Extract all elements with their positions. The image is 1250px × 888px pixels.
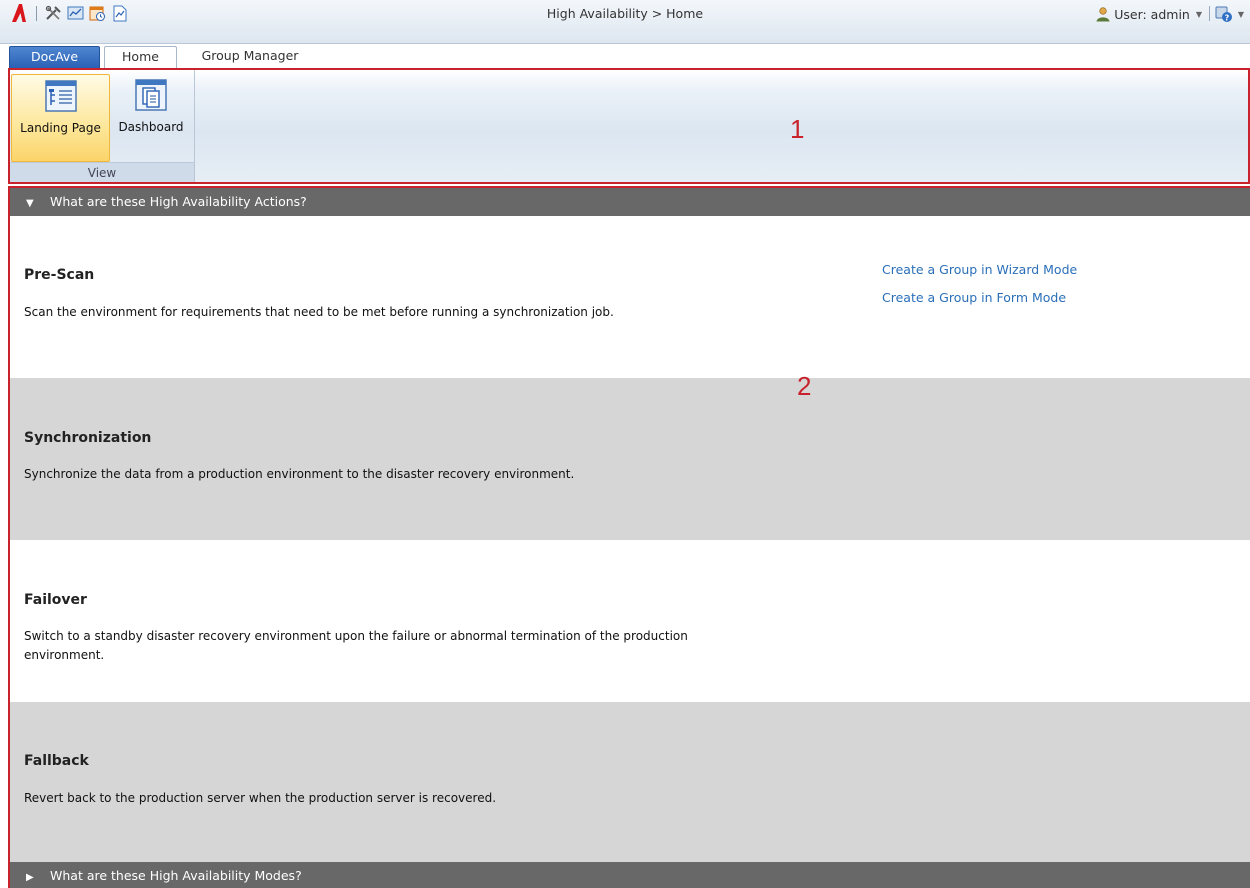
ribbon-group-label: View bbox=[10, 162, 194, 182]
action-block-pre-scan: Pre-Scan Scan the environment for requir… bbox=[10, 216, 1250, 378]
chevron-down-icon: ▼ bbox=[1195, 9, 1202, 19]
actions-section-header[interactable]: ▼ What are these High Availability Action… bbox=[10, 188, 1250, 216]
toolbar-separator bbox=[1209, 6, 1210, 21]
actions-section-title: What are these High Availability Actions… bbox=[50, 194, 307, 209]
dashboard-icon bbox=[135, 79, 167, 111]
tab-home[interactable]: Home bbox=[104, 46, 177, 69]
landing-page-button[interactable]: Landing Page bbox=[11, 74, 110, 162]
create-group-wizard-link[interactable]: Create a Group in Wizard Mode bbox=[882, 262, 1077, 277]
chevron-down-icon: ▼ bbox=[26, 198, 34, 209]
action-block-failover: Failover Switch to a standby disaster re… bbox=[10, 540, 1250, 702]
tab-group-manager[interactable]: Group Manager bbox=[190, 46, 310, 68]
breadcrumb: High Availability > Home bbox=[546, 6, 704, 21]
modes-section-title: What are these High Availability Modes? bbox=[50, 868, 302, 883]
tab-docave[interactable]: DocAve bbox=[9, 46, 100, 68]
action-title: Failover bbox=[24, 592, 87, 608]
landing-page-icon bbox=[44, 80, 77, 112]
user-menu[interactable]: User: admin ▼ bbox=[1095, 5, 1202, 23]
action-block-fallback: Fallback Revert back to the production s… bbox=[10, 702, 1250, 864]
action-description: Synchronize the data from a production e… bbox=[24, 467, 575, 481]
action-title: Fallback bbox=[24, 753, 89, 769]
quick-access-toolbar: High Availability > Home User: admin ▼ ?… bbox=[0, 0, 1250, 26]
main-content: ▼ What are these High Availability Action… bbox=[8, 186, 1250, 888]
help-icon: ? bbox=[1215, 6, 1232, 22]
help-menu[interactable]: ? ▼ bbox=[1215, 5, 1244, 23]
action-title: Synchronization bbox=[24, 430, 152, 446]
callout-marker-1: 1 bbox=[790, 114, 805, 144]
dashboard-label: Dashboard bbox=[118, 120, 184, 134]
action-title: Pre-Scan bbox=[24, 267, 95, 283]
dashboard-button[interactable]: Dashboard bbox=[113, 74, 189, 162]
action-description: Scan the environment for requirements th… bbox=[24, 305, 614, 319]
ribbon-tabs bbox=[0, 46, 1250, 68]
create-group-form-link[interactable]: Create a Group in Form Mode bbox=[882, 290, 1066, 305]
landing-page-label: Landing Page bbox=[20, 121, 101, 135]
action-description: Revert back to the production server whe… bbox=[24, 791, 497, 805]
chevron-down-icon: ▼ bbox=[1237, 9, 1244, 19]
user-icon bbox=[1096, 7, 1110, 22]
action-block-synchronization: Synchronization Synchronize the data fro… bbox=[10, 378, 1250, 540]
svg-text:?: ? bbox=[1225, 13, 1230, 22]
callout-marker-2: 2 bbox=[797, 371, 812, 401]
chevron-right-icon: ▶ bbox=[26, 872, 34, 883]
ribbon: Landing Page Dashboard View 1 bbox=[8, 68, 1250, 184]
user-label: User: admin bbox=[1114, 6, 1190, 22]
top-bar: High Availability > Home User: admin ▼ ?… bbox=[0, 0, 1250, 44]
modes-section-header[interactable]: ▶ What are these High Availability Modes? bbox=[10, 862, 1250, 888]
action-description: Switch to a standby disaster recovery en… bbox=[24, 629, 688, 662]
ribbon-group-view: Landing Page Dashboard View bbox=[10, 70, 195, 182]
